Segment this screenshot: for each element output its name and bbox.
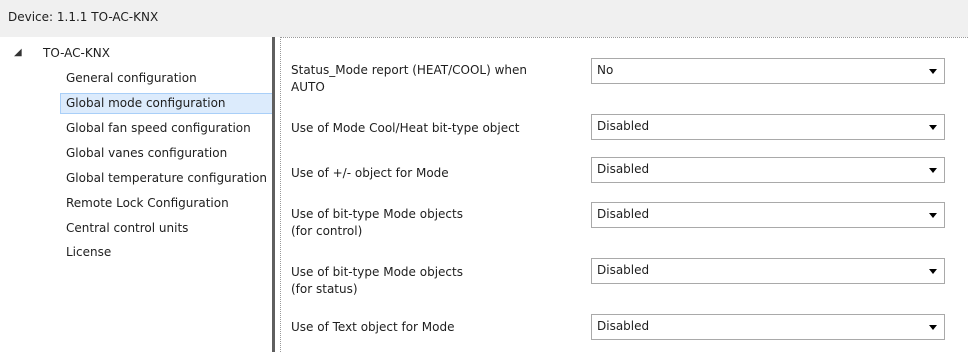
- parameters-panel: Status_Mode report (HEAT/COOL) when AUTO…: [280, 37, 968, 352]
- mode-cool-heat-bit-dropdown[interactable]: Disabled: [591, 114, 945, 140]
- tree-root-label: TO-AC-KNX: [43, 46, 110, 60]
- tree-item-global-fan-speed-configuration[interactable]: Global fan speed configuration: [60, 118, 272, 139]
- dropdown-arrow-icon: [929, 269, 937, 274]
- panel-splitter[interactable]: [272, 37, 275, 352]
- plus-minus-mode-dropdown[interactable]: Disabled: [591, 157, 945, 183]
- dropdown-value: Disabled: [597, 319, 650, 333]
- dropdown-value: Disabled: [597, 119, 650, 133]
- tree-item-global-temperature-configuration[interactable]: Global temperature configuration: [60, 168, 272, 189]
- dropdown-arrow-icon: [929, 69, 937, 74]
- tree-item-general-configuration[interactable]: General configuration: [60, 68, 272, 89]
- parameter-tree: ◢ TO-AC-KNX General configuration Global…: [0, 37, 272, 352]
- dropdown-value: Disabled: [597, 263, 650, 277]
- tree-item-global-vanes-configuration[interactable]: Global vanes configuration: [60, 143, 272, 164]
- text-object-mode-dropdown[interactable]: Disabled: [591, 314, 945, 340]
- param-label: Use of +/- object for Mode: [291, 166, 449, 180]
- dropdown-value: Disabled: [597, 207, 650, 221]
- bit-mode-status-dropdown[interactable]: Disabled: [591, 258, 945, 284]
- device-title-bar: Device: 1.1.1 TO-AC-KNX: [0, 0, 968, 37]
- dropdown-arrow-icon: [929, 125, 937, 130]
- tree-item-central-control-units[interactable]: Central control units: [60, 218, 272, 239]
- param-label: Use of bit-type Mode objects (for contro…: [291, 207, 463, 238]
- collapse-triangle-icon[interactable]: ◢: [14, 44, 22, 62]
- tree-item-license[interactable]: License: [60, 242, 272, 263]
- bit-mode-control-dropdown[interactable]: Disabled: [591, 202, 945, 228]
- param-label: Use of Mode Cool/Heat bit-type object: [291, 121, 520, 135]
- tree-item-global-mode-configuration[interactable]: Global mode configuration: [60, 93, 272, 114]
- dropdown-arrow-icon: [929, 213, 937, 218]
- dropdown-arrow-icon: [929, 168, 937, 173]
- device-title: Device: 1.1.1 TO-AC-KNX: [8, 10, 159, 24]
- tree-root-node[interactable]: ◢ TO-AC-KNX: [0, 44, 272, 62]
- param-label: Use of bit-type Mode objects (for status…: [291, 265, 463, 296]
- dropdown-value: No: [597, 63, 614, 77]
- tree-item-remote-lock-configuration[interactable]: Remote Lock Configuration: [60, 193, 272, 214]
- status-mode-report-dropdown[interactable]: No: [591, 58, 945, 84]
- dropdown-value: Disabled: [597, 162, 650, 176]
- param-label: Use of Text object for Mode: [291, 320, 455, 334]
- dropdown-arrow-icon: [929, 325, 937, 330]
- param-label: Status_Mode report (HEAT/COOL) when AUTO: [291, 63, 528, 94]
